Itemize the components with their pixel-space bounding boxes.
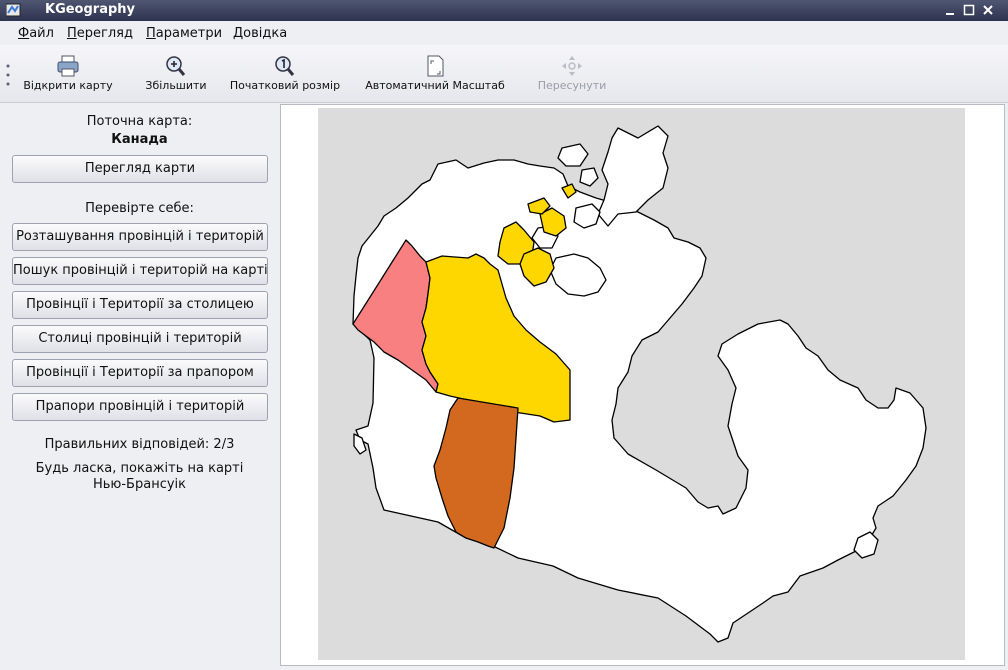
auto-zoom-icon bbox=[427, 55, 444, 77]
move-button[interactable]: Пересунути bbox=[532, 55, 612, 92]
prompt-line-1: Будь ласка, покажіть на карті bbox=[35, 461, 244, 476]
original-size-button[interactable]: Початковий розмір bbox=[226, 55, 344, 92]
toolbar-grip-handle[interactable] bbox=[6, 63, 10, 87]
menu-settings[interactable]: Параметри bbox=[146, 26, 222, 41]
minimize-icon[interactable] bbox=[943, 3, 957, 17]
menu-bar: Файл Перегляд Параметри Довідка bbox=[0, 21, 1008, 45]
quiz-by-capital-button[interactable]: Провінції і Території за столицею bbox=[12, 291, 268, 319]
arctic-island-6[interactable] bbox=[579, 167, 599, 187]
quiz-find-on-map-button[interactable]: Пошук провінцій і територій на карті bbox=[12, 257, 268, 285]
arctic-island-baffin[interactable] bbox=[597, 125, 669, 227]
window-title: KGeography bbox=[45, 2, 136, 17]
arctic-island-5[interactable] bbox=[557, 143, 589, 167]
title-bar: KGeography bbox=[0, 0, 1008, 21]
canada-map[interactable] bbox=[318, 108, 965, 660]
menu-view[interactable]: Перегляд bbox=[67, 26, 133, 41]
current-map-label: Поточна карта: bbox=[86, 114, 193, 129]
sidebar: Поточна карта: Канада Перегляд карти Пер… bbox=[0, 103, 279, 670]
toolbar: Відкрити карту Збільшити Початковий розм… bbox=[0, 45, 1008, 103]
maximize-icon[interactable] bbox=[962, 3, 976, 17]
move-label: Пересунути bbox=[537, 79, 607, 92]
view-map-button[interactable]: Перегляд карти bbox=[12, 155, 268, 183]
correct-answers-text: Правильних відповідей: 2/3 bbox=[44, 437, 235, 452]
canada-mainland[interactable] bbox=[352, 159, 927, 643]
printer-icon bbox=[57, 55, 79, 77]
prompt-target-province: Нью-Брансуік bbox=[92, 477, 186, 492]
zoom-original-icon bbox=[275, 56, 295, 76]
quiz-flags-button[interactable]: Прапори провінцій і територій bbox=[12, 393, 268, 421]
original-size-label: Початковий розмір bbox=[229, 79, 341, 92]
current-map-name: Канада bbox=[111, 132, 168, 147]
menu-file[interactable]: Файл bbox=[18, 26, 54, 41]
auto-zoom-label: Автоматичний Масштаб bbox=[365, 79, 505, 92]
zoom-in-button[interactable]: Збільшити bbox=[140, 55, 212, 92]
move-arrows-icon bbox=[562, 56, 582, 76]
open-map-label: Відкрити карту bbox=[23, 79, 113, 92]
zoom-in-icon bbox=[166, 56, 186, 76]
kgeography-app-icon[interactable] bbox=[6, 3, 21, 17]
map-canvas[interactable] bbox=[318, 108, 965, 660]
open-map-button[interactable]: Відкрити карту bbox=[20, 55, 116, 92]
arctic-island-3[interactable] bbox=[573, 203, 601, 229]
test-yourself-label: Перевірте себе: bbox=[85, 201, 194, 216]
quiz-by-flag-button[interactable]: Провінції і Території за прапором bbox=[12, 359, 268, 387]
auto-zoom-button[interactable]: Автоматичний Масштаб bbox=[360, 55, 510, 92]
quiz-location-button[interactable]: Розташування провінцій і територій bbox=[12, 223, 268, 251]
close-icon[interactable] bbox=[981, 3, 995, 17]
zoom-in-label: Збільшити bbox=[145, 79, 207, 92]
menu-help[interactable]: Довідка bbox=[233, 26, 287, 41]
quiz-capitals-button[interactable]: Столиці провінцій і територій bbox=[12, 325, 268, 353]
